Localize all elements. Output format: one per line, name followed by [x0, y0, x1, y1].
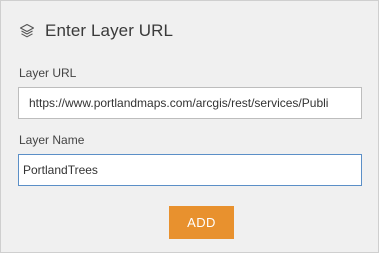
panel-header: Enter Layer URL: [19, 21, 173, 41]
enter-layer-url-panel: Enter Layer URL Layer URL Layer Name ADD: [0, 0, 379, 253]
panel-title: Enter Layer URL: [45, 21, 174, 40]
layers-icon: [19, 23, 35, 39]
add-button[interactable]: ADD: [169, 206, 234, 239]
layer-url-label: Layer URL: [19, 66, 77, 80]
layer-name-label: Layer Name: [19, 133, 85, 147]
layer-url-input[interactable]: [18, 87, 362, 119]
layer-name-input[interactable]: [18, 154, 362, 186]
